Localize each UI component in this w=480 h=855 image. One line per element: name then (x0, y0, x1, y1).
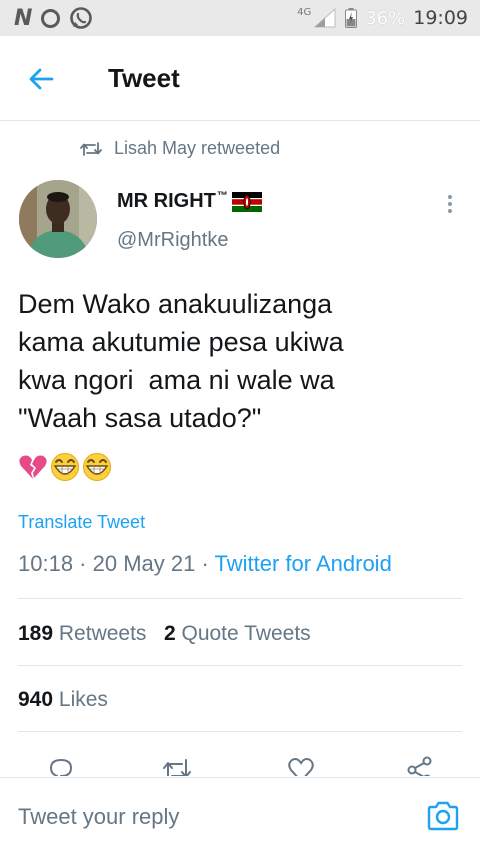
reply-input[interactable]: Tweet your reply (18, 804, 179, 830)
translate-tweet-link[interactable]: Translate Tweet (18, 512, 145, 533)
divider (18, 731, 462, 732)
share-icon[interactable] (406, 756, 434, 776)
like-icon[interactable] (287, 756, 315, 776)
grinning-face-icon (83, 453, 111, 481)
grinning-face-icon (51, 453, 79, 481)
author-name: MR RIGHT™ (117, 190, 228, 212)
divider (18, 665, 462, 666)
reply-icon[interactable] (47, 756, 75, 776)
page-title: Tweet (108, 63, 180, 93)
signal-icon (313, 8, 336, 28)
tweet-actions (0, 748, 480, 776)
avatar[interactable] (19, 180, 97, 258)
quote-tweets-stat[interactable]: 2 Quote Tweets (164, 622, 311, 645)
tweet-time: 10:18 · 20 May 21 · (18, 551, 215, 576)
camera-icon[interactable] (426, 800, 460, 832)
n-app-icon: N (14, 5, 33, 31)
more-options-icon[interactable] (440, 192, 460, 216)
notification-icons: N (14, 5, 93, 31)
back-arrow-icon[interactable] (26, 64, 56, 94)
author-name-row[interactable]: MR RIGHT™ (117, 190, 262, 213)
broken-heart-icon (19, 455, 47, 479)
status-bar: N 4G 36% 19:09 (0, 0, 480, 36)
reply-bar: Tweet your reply (0, 777, 480, 855)
kenya-flag-icon (231, 191, 262, 212)
retweet-context[interactable]: Lisah May retweeted (80, 138, 280, 159)
divider (18, 598, 462, 599)
tweet-emojis (18, 452, 112, 482)
top-app-bar: Tweet (0, 36, 480, 121)
likes-stat[interactable]: 940 Likes (18, 688, 108, 712)
retweet-action-icon[interactable] (163, 756, 191, 776)
network-type: 4G (297, 6, 312, 18)
tweet-source-link[interactable]: Twitter for Android (215, 551, 392, 576)
clock: 19:09 (413, 7, 468, 29)
engagement-stats: 189 Retweets 2 Quote Tweets (18, 622, 311, 646)
retweeted-by-label: Lisah May retweeted (114, 138, 281, 158)
author-handle[interactable]: @MrRightke (117, 229, 228, 252)
avatar-image (19, 180, 97, 258)
whatsapp-icon (70, 7, 93, 29)
retweets-stat[interactable]: 189 Retweets (18, 622, 146, 645)
retweet-icon (80, 141, 102, 156)
tweet-timestamp: 10:18 · 20 May 21 · Twitter for Android (18, 551, 392, 577)
tweet-text: Dem Wako anakuulizanga kama akutumie pes… (18, 289, 344, 433)
opera-icon (41, 8, 61, 28)
system-indicators: 4G 36% 19:09 (297, 5, 468, 31)
battery-icon (345, 8, 358, 28)
battery-percent: 36% (365, 7, 406, 29)
